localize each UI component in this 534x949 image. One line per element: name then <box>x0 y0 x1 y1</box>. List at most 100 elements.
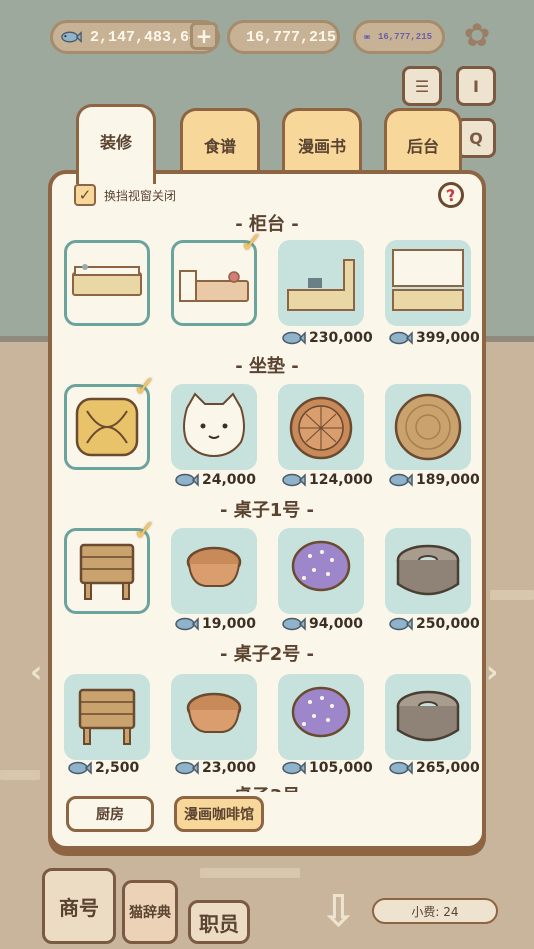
cat-dictionary-button[interactable]: 猫辞典 <box>122 880 178 944</box>
basket-cushion-image <box>289 396 353 460</box>
check-icon: ✓ <box>240 226 264 259</box>
round-table-image <box>186 692 242 733</box>
section-title: - 桌子1号 - <box>220 500 314 521</box>
price-value: 24,000 <box>202 472 257 488</box>
counter-item[interactable]: ✓ <box>171 229 263 326</box>
item-price: 230,000 <box>282 330 382 346</box>
next-arrow-icon[interactable]: › <box>486 655 506 690</box>
fish-icon <box>68 761 92 775</box>
fish-icon <box>175 761 199 775</box>
price-value: 94,000 <box>309 616 364 632</box>
table-item[interactable] <box>278 528 364 614</box>
settings-gear-icon[interactable]: ✿ <box>460 18 494 52</box>
floor-decoration <box>200 868 300 878</box>
item-price: 23,000 <box>175 760 275 776</box>
tab-recipes[interactable]: 食谱 <box>180 108 260 176</box>
add-currency-button[interactable]: + <box>190 22 218 50</box>
decoration-panel: ✓ 换挡视窗关闭 ? - 柜台 - ✓ 230,000 399,000 - 坐垫… <box>48 170 486 850</box>
item-price: 94,000 <box>282 616 382 632</box>
price-value: 19,000 <box>202 616 257 632</box>
section-title: - 坐垫 - <box>235 356 299 377</box>
fish-icon <box>389 331 413 345</box>
item-list[interactable]: - 柜台 - ✓ 230,000 399,000 - 坐垫 - ✓ 24,000… <box>52 202 482 792</box>
kitchen-label: 厨房 <box>96 807 124 823</box>
ticket-currency: 16,777,215 <box>353 20 445 54</box>
tab-backstage[interactable]: 后台 <box>384 108 462 176</box>
fish-icon <box>282 331 306 345</box>
counter-image <box>287 259 355 311</box>
fish-icon <box>389 473 413 487</box>
wood-table-image <box>78 688 136 745</box>
item-price: 189,000 <box>389 472 482 488</box>
item-price: 124,000 <box>282 472 382 488</box>
down-arrow-icon[interactable]: ⇩ <box>320 886 357 937</box>
table-item[interactable] <box>385 674 471 760</box>
price-value: 105,000 <box>309 760 373 776</box>
floor-decoration <box>0 770 40 780</box>
tab-decoration[interactable]: 装修 <box>76 104 156 184</box>
item-price: 265,000 <box>389 760 482 776</box>
item-price: 19,000 <box>175 616 275 632</box>
cushion-item[interactable]: ✓ <box>64 373 156 470</box>
paw-count: 16,777,215 <box>246 28 337 46</box>
cat-cushion-image <box>183 392 245 458</box>
check-icon: ✓ <box>133 370 157 403</box>
spool-table-image <box>396 544 460 596</box>
checkbox-label: 换挡视窗关闭 <box>104 188 177 203</box>
counter-image <box>392 249 464 311</box>
table-item[interactable] <box>171 674 257 760</box>
manga-cafe-button[interactable]: 漫画咖啡馆 <box>174 796 264 832</box>
item-price: 24,000 <box>175 472 275 488</box>
ticket-count: 16,777,215 <box>377 32 432 42</box>
price-value: 189,000 <box>416 472 480 488</box>
fish-icon <box>389 617 413 631</box>
table-item[interactable] <box>64 674 150 760</box>
price-value: 124,000 <box>309 472 373 488</box>
table-item[interactable] <box>385 528 471 614</box>
fish-icon <box>282 617 306 631</box>
fish-icon <box>282 473 306 487</box>
polka-table-image <box>291 540 351 592</box>
cushion-item[interactable] <box>278 384 364 470</box>
prev-arrow-icon[interactable]: ‹ <box>30 655 50 690</box>
counter-item[interactable] <box>64 240 150 326</box>
notes-icon[interactable]: ☰ <box>402 66 442 106</box>
table-item[interactable] <box>278 674 364 760</box>
cushion-item[interactable] <box>171 384 257 470</box>
spool-table-image <box>396 690 460 742</box>
fish-icon <box>175 617 199 631</box>
price-value: 2,500 <box>95 760 140 776</box>
tab-label: 装修 <box>99 133 132 152</box>
shop-button[interactable]: 商号 <box>42 868 116 944</box>
price-value: 265,000 <box>416 760 480 776</box>
check-icon: ✓ <box>133 514 157 547</box>
manga-cafe-label: 漫画咖啡馆 <box>184 807 254 823</box>
fish-icon <box>389 761 413 775</box>
shop-label: 商号 <box>59 895 99 920</box>
counter-item[interactable] <box>278 240 364 326</box>
tip-counter[interactable]: 小费: 24 <box>372 898 498 924</box>
counter-image <box>72 264 142 296</box>
item-price: 105,000 <box>282 760 382 776</box>
kitchen-button[interactable]: 厨房 <box>66 796 154 832</box>
tab-manga[interactable]: 漫画书 <box>282 108 362 176</box>
dictionary-label: 猫辞典 <box>129 905 171 921</box>
table-item[interactable] <box>171 528 257 614</box>
floor-decoration <box>490 590 534 600</box>
search-icon[interactable]: Q <box>456 118 496 158</box>
item-price: 2,500 <box>68 760 168 776</box>
price-value: 399,000 <box>416 330 480 346</box>
round-table-image <box>186 546 242 587</box>
wood-cushion-image <box>394 393 462 461</box>
counter-item[interactable] <box>385 240 471 326</box>
item-price: 250,000 <box>389 616 482 632</box>
cushion-item[interactable] <box>385 384 471 470</box>
section-title: - 桌子2号 - <box>220 644 314 665</box>
polka-table-image <box>291 686 351 738</box>
staff-button[interactable]: 职员 <box>188 900 250 944</box>
table-item[interactable]: ✓ <box>64 517 156 614</box>
section-title: - 桌子3号 - <box>52 782 482 792</box>
ticket-icon <box>364 35 370 39</box>
calendar-icon[interactable]: I <box>456 66 496 106</box>
staff-label: 职员 <box>199 911 239 936</box>
